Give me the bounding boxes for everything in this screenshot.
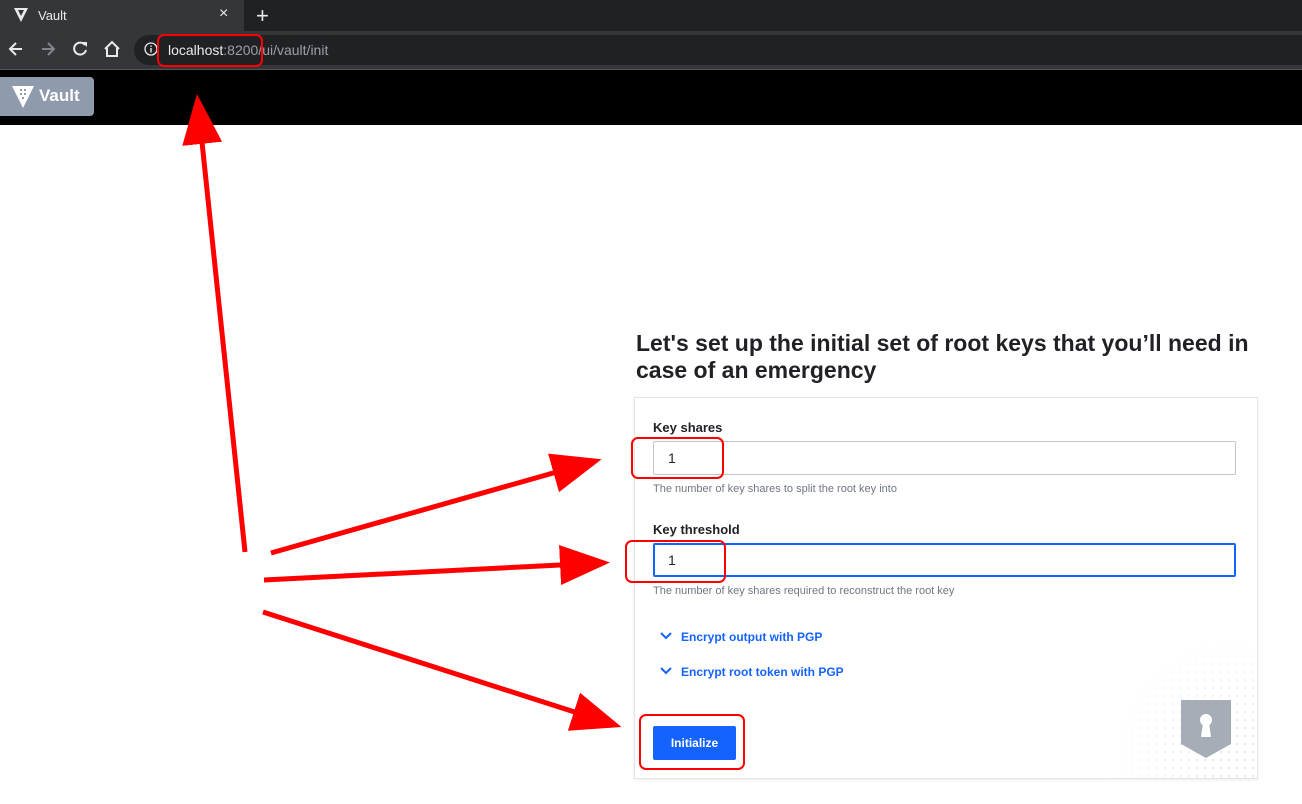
url-host: localhost bbox=[168, 42, 224, 58]
encrypt-root-token-pgp-label: Encrypt root token with PGP bbox=[681, 665, 844, 679]
chevron-down-icon bbox=[660, 667, 672, 675]
key-shares-help: The number of key shares to split the ro… bbox=[653, 483, 897, 495]
key-threshold-help: The number of key shares required to rec… bbox=[653, 585, 955, 597]
browser-tab[interactable]: Vault × bbox=[0, 0, 244, 31]
browser-tabstrip: Vault × + bbox=[0, 0, 1302, 31]
encrypt-output-pgp-label: Encrypt output with PGP bbox=[681, 630, 823, 644]
encrypt-output-pgp-toggle[interactable]: Encrypt output with PGP bbox=[659, 630, 822, 644]
forward-icon[interactable] bbox=[38, 39, 58, 59]
chevron-down-icon bbox=[660, 632, 672, 640]
info-icon[interactable] bbox=[144, 42, 158, 56]
home-icon[interactable] bbox=[102, 39, 122, 59]
browser-toolbar: localhost:8200/ui/vault/init bbox=[0, 31, 1302, 69]
reload-icon[interactable] bbox=[70, 39, 90, 59]
vault-home-link[interactable]: Vault bbox=[0, 77, 94, 116]
close-tab-icon[interactable]: × bbox=[219, 5, 228, 23]
vault-header: Vault bbox=[0, 70, 1302, 125]
url-path: :8200/ui/vault/init bbox=[223, 42, 329, 58]
init-form-card: Key shares The number of key shares to s… bbox=[634, 397, 1258, 779]
back-icon[interactable] bbox=[6, 39, 26, 59]
key-shares-label: Key shares bbox=[653, 420, 723, 435]
initialize-button[interactable]: Initialize bbox=[653, 726, 736, 760]
vault-favicon-icon bbox=[14, 8, 28, 22]
arrow-to-initialize bbox=[262, 609, 622, 731]
arrow-to-key-threshold bbox=[263, 545, 610, 585]
vault-logo-text: Vault bbox=[39, 86, 80, 105]
key-threshold-label: Key threshold bbox=[653, 522, 740, 537]
address-bar[interactable]: localhost:8200/ui/vault/init bbox=[134, 35, 1302, 65]
arrow-to-url bbox=[182, 94, 248, 553]
key-threshold-input[interactable] bbox=[653, 543, 1236, 577]
vault-logo-icon bbox=[12, 86, 34, 108]
address-url: localhost:8200/ui/vault/init bbox=[168, 42, 328, 58]
new-tab-button[interactable]: + bbox=[256, 3, 269, 29]
tab-title: Vault bbox=[38, 8, 67, 23]
page-title: Let's set up the initial set of root key… bbox=[636, 330, 1249, 383]
arrow-to-key-shares bbox=[270, 453, 602, 556]
shield-keyhole-icon bbox=[1181, 700, 1231, 758]
encrypt-root-token-pgp-toggle[interactable]: Encrypt root token with PGP bbox=[659, 665, 844, 679]
key-shares-input[interactable] bbox=[653, 441, 1236, 475]
